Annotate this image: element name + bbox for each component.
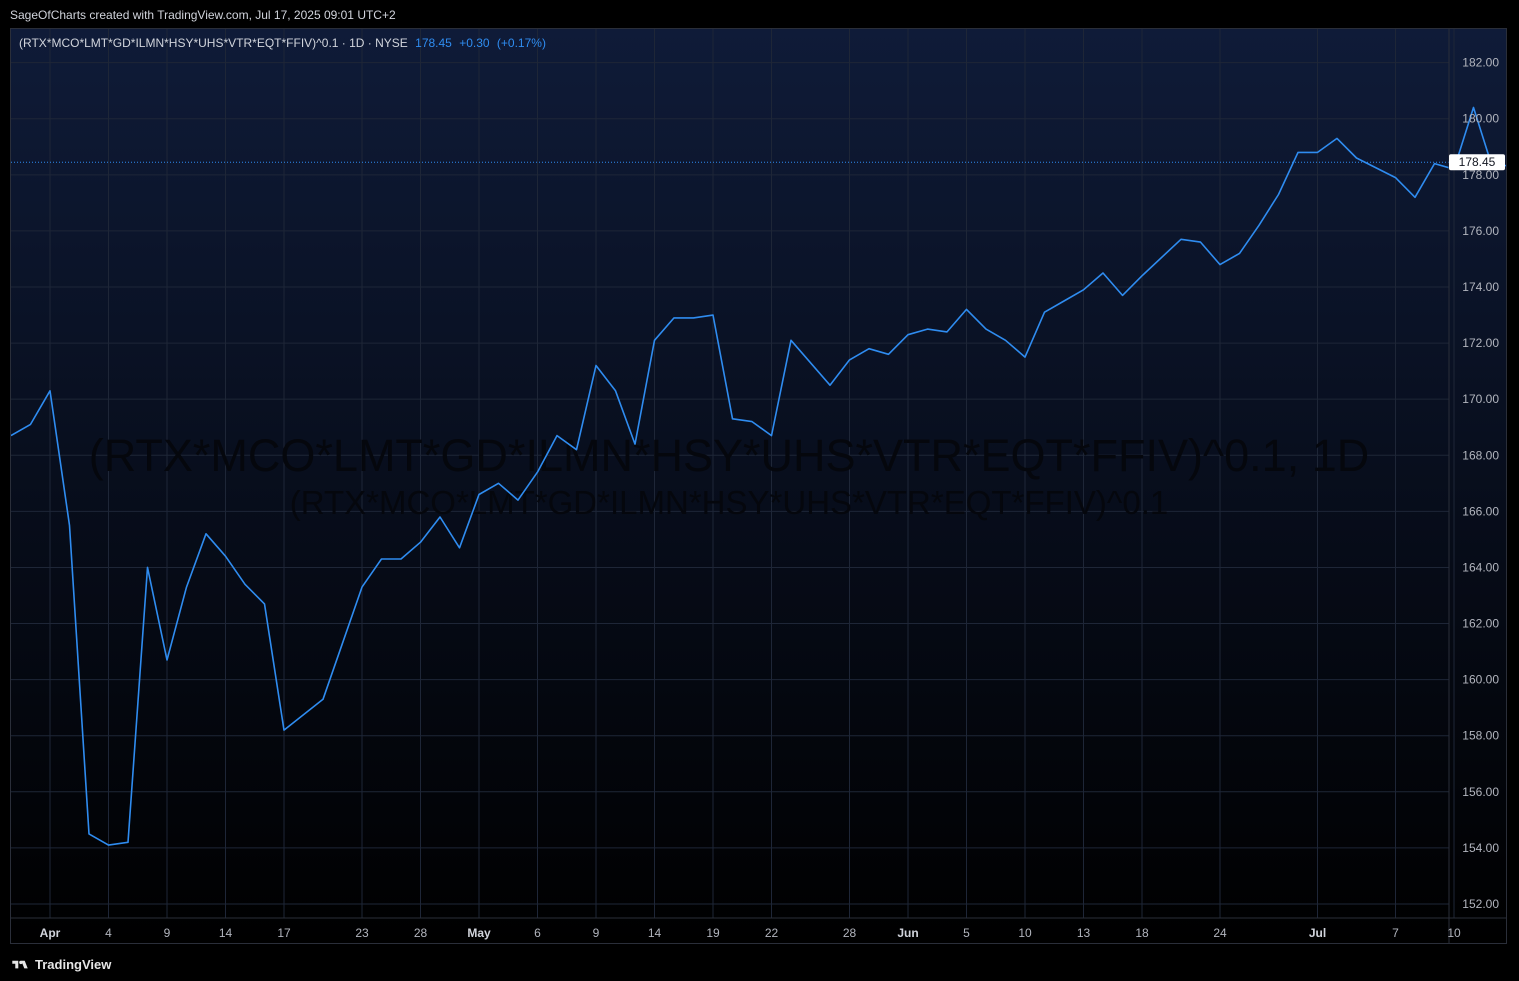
price-tick-label: 176.00 <box>1462 224 1499 238</box>
time-tick-label: 24 <box>1213 926 1227 940</box>
price-tick-label: 180.00 <box>1462 112 1499 126</box>
time-tick-label: 5 <box>963 926 970 940</box>
price-tick-label: 166.00 <box>1462 504 1499 518</box>
price-tick-label: 172.00 <box>1462 336 1499 350</box>
price-tick-label: 154.00 <box>1462 841 1499 855</box>
time-tick-label: 14 <box>219 926 233 940</box>
price-tick-label: 156.00 <box>1462 785 1499 799</box>
price-tick-label: 164.00 <box>1462 560 1499 574</box>
time-tick-label: May <box>467 926 491 940</box>
symbol-legend[interactable]: (RTX*MCO*LMT*GD*ILMN*HSY*UHS*VTR*EQT*FFI… <box>19 36 546 50</box>
watermark-title: (RTX*MCO*LMT*GD*ILMN*HSY*UHS*VTR*EQT*FFI… <box>89 430 1370 481</box>
time-tick-label: 9 <box>164 926 171 940</box>
watermark-subtitle: (RTX*MCO*LMT*GD*ILMN*HSY*UHS*VTR*EQT*FFI… <box>290 484 1169 521</box>
time-tick-label: 19 <box>706 926 720 940</box>
top-bar: SageOfCharts created with TradingView.co… <box>0 0 1519 28</box>
price-tick-label: 162.00 <box>1462 617 1499 631</box>
time-tick-label: Apr <box>40 926 61 940</box>
time-tick-label: 17 <box>277 926 291 940</box>
time-tick-label: 23 <box>355 926 369 940</box>
time-tick-label: Jun <box>897 926 918 940</box>
brand-name: TradingView <box>35 957 112 972</box>
time-tick-label: 6 <box>534 926 541 940</box>
price-chart[interactable]: (RTX*MCO*LMT*GD*ILMN*HSY*UHS*VTR*EQT*FFI… <box>11 29 1507 944</box>
last-price-badge: 178.45 <box>1449 154 1505 171</box>
last-price-label: 178.45 <box>1459 155 1496 169</box>
time-tick-label: 4 <box>105 926 112 940</box>
time-tick-label: 22 <box>765 926 779 940</box>
legend-change-percent: (+0.17%) <box>496 36 546 50</box>
tradingview-brand[interactable]: TradingView <box>10 957 111 972</box>
time-tick-label: Jul <box>1309 926 1326 940</box>
price-tick-label: 170.00 <box>1462 392 1499 406</box>
price-tick-label: 152.00 <box>1462 897 1499 911</box>
footer-bar: TradingView <box>0 945 1519 981</box>
price-tick-label: 174.00 <box>1462 280 1499 294</box>
time-tick-label: 13 <box>1077 926 1091 940</box>
time-tick-label: 15 <box>1506 926 1507 940</box>
time-tick-label: 10 <box>1447 926 1461 940</box>
legend-symbol: (RTX*MCO*LMT*GD*ILMN*HSY*UHS*VTR*EQT*FFI… <box>19 36 408 50</box>
time-tick-label: 9 <box>593 926 600 940</box>
time-tick-label: 28 <box>843 926 857 940</box>
time-tick-label: 18 <box>1135 926 1149 940</box>
chart-credit: SageOfCharts created with TradingView.co… <box>10 8 396 22</box>
legend-change: +0.30 <box>459 36 490 50</box>
legend-last-value: 178.45 <box>415 36 452 50</box>
time-tick-label: 10 <box>1018 926 1032 940</box>
time-tick-label: 28 <box>414 926 428 940</box>
price-tick-label: 182.00 <box>1462 56 1499 70</box>
price-tick-label: 160.00 <box>1462 673 1499 687</box>
price-tick-label: 158.00 <box>1462 729 1499 743</box>
tradingview-logo-icon <box>12 960 28 968</box>
time-tick-label: 7 <box>1392 926 1399 940</box>
time-tick-label: 14 <box>648 926 662 940</box>
price-tick-label: 168.00 <box>1462 448 1499 462</box>
chart-frame[interactable]: (RTX*MCO*LMT*GD*ILMN*HSY*UHS*VTR*EQT*FFI… <box>10 28 1507 944</box>
